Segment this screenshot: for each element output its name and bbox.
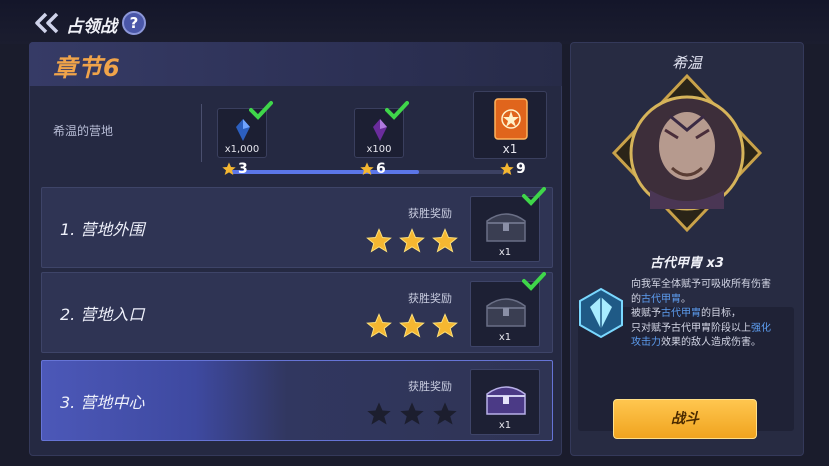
stage-name: 2. 营地入口: [60, 305, 145, 324]
star-filled-icon: [399, 313, 425, 338]
star-filled-icon: [432, 313, 458, 338]
help-button[interactable]: ?: [122, 11, 146, 35]
chest-icon: [486, 386, 526, 415]
stage-row-3[interactable]: 3. 营地中心 获胜奖励 x1: [41, 360, 553, 441]
progress-section: 希温的营地 x1,000 x100 x1 3 6 9: [41, 86, 551, 182]
stage-name: 1. 营地外围: [60, 220, 145, 239]
reward-count: x1: [498, 332, 512, 343]
star-icon: [222, 162, 236, 175]
star-filled-icon: [432, 228, 458, 253]
stage-stars: [365, 227, 459, 255]
win-reward-label: 获胜奖励: [408, 207, 452, 220]
buff-title: 古代甲胄 x3: [650, 256, 724, 271]
top-bar: 占领战 ?: [0, 0, 829, 44]
reward-count: x1: [498, 247, 512, 258]
stage-stars: [365, 400, 459, 428]
stage-row-2[interactable]: 2. 营地入口 获胜奖励 x1: [41, 272, 553, 353]
chapter-header: 章节6: [29, 42, 562, 86]
check-icon: [522, 187, 546, 206]
back-arrow-icon[interactable]: [34, 12, 60, 34]
win-reward-label: 获胜奖励: [408, 380, 452, 393]
reward-count: x1,000: [224, 144, 260, 155]
star-empty-icon: [400, 402, 424, 425]
orange-card-icon: [494, 98, 528, 140]
boss-name: 希温: [671, 54, 702, 72]
boss-portrait[interactable]: [610, 72, 764, 234]
win-reward-label: 获胜奖励: [408, 292, 452, 305]
ancient-armor-buff-icon[interactable]: [578, 287, 624, 339]
fight-button[interactable]: 战斗: [613, 399, 757, 439]
star-filled-icon: [366, 228, 392, 253]
purple-crystal-icon: [373, 119, 387, 141]
chest-icon: [486, 298, 526, 327]
stage-stars: [365, 312, 459, 340]
buff-description: 向我军全体赋予可吸收所有伤害 的古代甲胄。 被赋予古代甲胄的目标， 只对赋予古代…: [631, 279, 771, 348]
stage-reward-chest[interactable]: x1: [470, 369, 540, 435]
stage-name: 3. 营地中心: [60, 393, 145, 412]
reward-count: x100: [366, 144, 392, 155]
blue-crystal-icon: [236, 119, 250, 141]
divider: [201, 104, 202, 162]
camp-label: 希温的营地: [53, 124, 114, 138]
reward-count: x1: [502, 142, 518, 156]
milestone-reward-3[interactable]: x1: [473, 91, 547, 159]
milestone-3: 3: [221, 161, 248, 177]
milestone-6: 6: [359, 161, 386, 177]
star-icon: [360, 162, 374, 175]
star-icon: [500, 162, 514, 175]
milestone-9: 9: [499, 161, 526, 177]
page-title: 占领战: [66, 17, 117, 37]
reward-count: x1: [498, 420, 512, 431]
chapter-title: 章节6: [53, 54, 121, 82]
check-icon: [385, 101, 409, 120]
star-filled-icon: [366, 313, 392, 338]
progress-fill: [231, 170, 419, 174]
star-filled-icon: [399, 228, 425, 253]
check-icon: [249, 101, 273, 120]
stage-row-1[interactable]: 1. 营地外围 获胜奖励 x1: [41, 187, 553, 268]
check-icon: [522, 272, 546, 291]
chest-icon: [486, 213, 526, 242]
star-empty-icon: [433, 402, 457, 425]
star-empty-icon: [367, 402, 391, 425]
